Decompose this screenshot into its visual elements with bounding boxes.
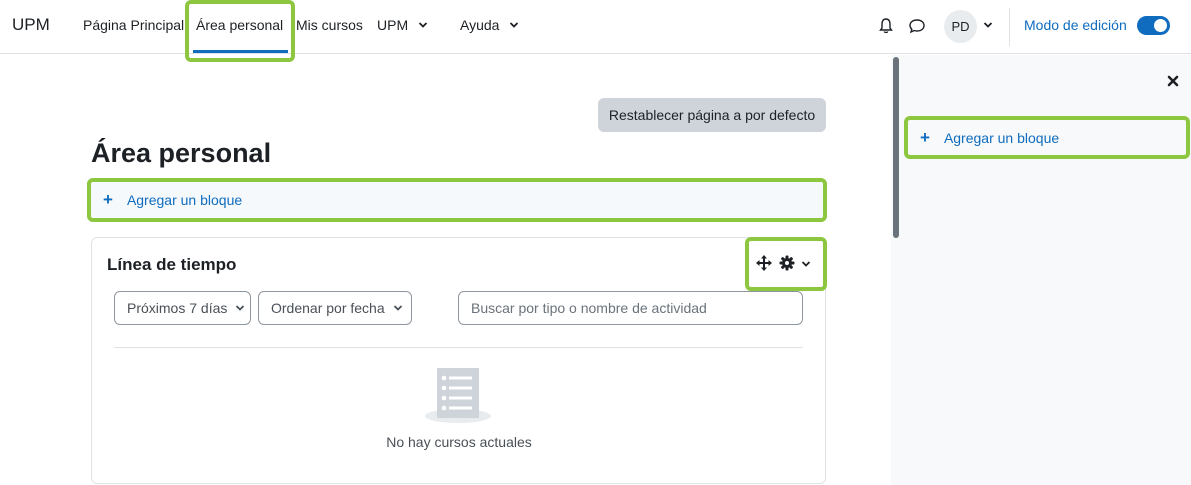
user-avatar[interactable]: PD [944,10,977,43]
chevron-down-icon [510,22,519,28]
page-title: Área personal [91,138,272,168]
nav-item-my-courses[interactable]: Mis cursos [296,17,363,33]
edit-mode-label: Modo de edición [1024,17,1127,33]
timeline-filter-select[interactable]: Próximos 7 días [114,291,251,325]
close-icon[interactable] [1166,74,1180,88]
navbar-divider [1009,8,1010,46]
nav-item-home[interactable]: Página Principal [83,17,184,33]
site-brand[interactable]: UPM [12,15,50,35]
plus-icon: + [920,127,930,147]
nav-item-upm[interactable]: UPM [377,17,428,33]
nav-item-help[interactable]: Ayuda [460,17,519,33]
main-scrollbar[interactable] [893,57,899,238]
drawer-add-block-link[interactable]: + Agregar un bloque [910,121,1185,154]
gear-icon[interactable] [779,255,795,271]
chevron-down-icon [236,305,245,311]
main-add-block-label: Agregar un bloque [126,192,243,208]
timeline-filter-value: Próximos 7 días [127,300,228,316]
chevron-down-icon [393,305,402,311]
top-navbar: UPM Página Principal Área personal Mis c… [0,0,1191,54]
empty-list-icon [425,368,491,423]
move-icon[interactable] [756,255,772,271]
main-add-block-link[interactable]: + Agregar un bloque [91,182,825,218]
timeline-divider [114,347,803,348]
empty-state-text: No hay cursos actuales [386,434,532,450]
timeline-sort-select[interactable]: Ordenar por fecha [258,291,412,325]
nav-item-upm-label: UPM [377,17,409,33]
chat-bubble-icon[interactable] [908,17,926,35]
block-drawer [891,55,1191,485]
nav-item-dashboard[interactable]: Área personal [196,17,283,33]
bell-icon[interactable] [878,17,894,35]
drawer-add-block-label: Agregar un bloque [943,129,1060,146]
nav-item-help-label: Ayuda [460,17,500,33]
toggle-knob [1154,19,1167,32]
edit-mode-toggle[interactable] [1137,16,1170,35]
plus-icon: + [103,190,113,209]
timeline-sort-value: Ordenar por fecha [271,300,385,316]
timeline-title: Línea de tiempo [107,255,237,274]
reset-page-button[interactable]: Restablecer página a por defecto [598,98,826,132]
timeline-search-input[interactable] [458,291,803,325]
chevron-down-icon[interactable] [983,20,993,30]
chevron-down-icon [418,22,428,28]
active-tab-indicator [193,50,288,53]
chevron-down-icon[interactable] [801,259,811,269]
